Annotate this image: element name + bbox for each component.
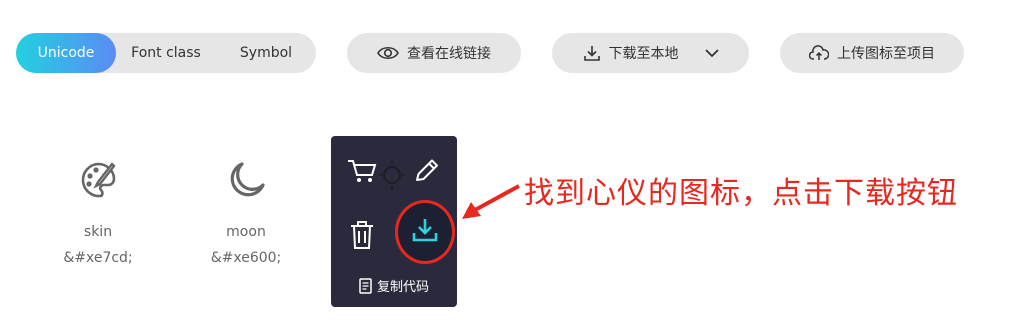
moon-icon	[186, 150, 306, 210]
view-online-link-label: 查看在线链接	[407, 46, 491, 62]
chevron-down-icon[interactable]	[704, 48, 719, 58]
icon-tile-skin[interactable]: skin &#xe7cd;	[38, 150, 158, 266]
palette-icon	[38, 150, 158, 210]
download-local-label: 下载至本地	[608, 46, 679, 62]
icon-name: moon	[226, 224, 266, 240]
upload-to-project-label: 上传图标至项目	[837, 46, 935, 62]
copy-code-label: 复制代码	[376, 280, 429, 295]
tab-font-class[interactable]: Font class	[116, 33, 216, 73]
edit-icon[interactable]	[409, 154, 443, 188]
view-online-link-button[interactable]: 查看在线链接	[347, 33, 521, 73]
icon-tile-moon[interactable]: moon &#xe600;	[186, 150, 306, 266]
copy-icon	[359, 277, 373, 294]
code-type-tabs: Unicode Font class Symbol	[16, 33, 316, 73]
icon-code: &#xe600;	[210, 250, 282, 266]
icon-code: &#xe7cd;	[63, 250, 133, 266]
download-icon	[411, 217, 439, 247]
cart-icon[interactable]	[345, 156, 379, 186]
eye-icon	[377, 45, 399, 61]
annotation-arrow-icon	[462, 184, 520, 219]
copy-code-button[interactable]: 复制代码	[331, 276, 457, 295]
tab-symbol[interactable]: Symbol	[216, 33, 316, 73]
cloud-upload-icon	[809, 45, 829, 61]
download-icon	[583, 44, 601, 62]
icon-hover-card: 复制代码	[331, 136, 457, 307]
download-icon-button[interactable]	[395, 200, 455, 264]
upload-to-project-button[interactable]: 上传图标至项目	[780, 33, 964, 73]
sun-icon	[379, 160, 405, 190]
trash-icon[interactable]	[345, 218, 379, 252]
tab-unicode[interactable]: Unicode	[16, 33, 116, 73]
annotation-text: 找到心仪的图标，点击下载按钮	[524, 176, 958, 211]
download-local-button[interactable]: 下载至本地	[552, 33, 749, 73]
icon-name: skin	[83, 224, 113, 240]
